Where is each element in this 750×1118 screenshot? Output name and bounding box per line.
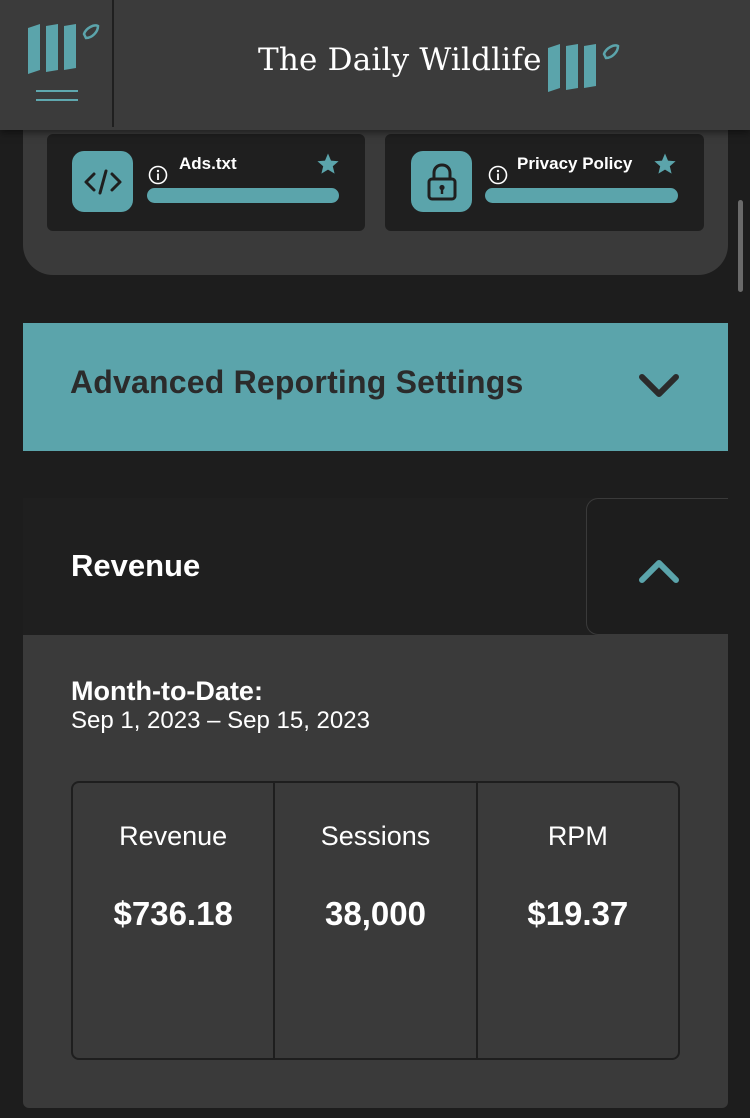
- stat-sessions: Sessions 38,000: [273, 783, 475, 1058]
- stat-label: Sessions: [320, 821, 431, 851]
- brand-logo-icon[interactable]: [26, 22, 102, 78]
- stat-value: 38,000: [325, 895, 426, 932]
- stat-value: $19.37: [527, 895, 629, 932]
- star-icon[interactable]: [653, 152, 677, 176]
- stat-label: RPM: [547, 821, 608, 851]
- page-scrollbar[interactable]: [738, 200, 743, 292]
- stat-revenue: Revenue $736.18: [73, 783, 273, 1058]
- doc-progress-bar: [147, 188, 339, 203]
- chevron-down-icon: [639, 374, 679, 397]
- info-icon[interactable]: [148, 165, 168, 185]
- revenue-title: Revenue: [71, 548, 201, 583]
- doc-card-ads-txt[interactable]: Ads.txt: [47, 134, 365, 231]
- chevron-up-icon: [639, 560, 679, 583]
- advanced-reporting-toggle[interactable]: Advanced Reporting Settings: [23, 323, 728, 451]
- lock-icon: [411, 151, 472, 212]
- advanced-reporting-title: Advanced Reporting Settings: [70, 364, 524, 400]
- hamburger-menu-icon[interactable]: [36, 90, 78, 106]
- doc-progress-bar: [485, 188, 678, 203]
- doc-label: Privacy Policy: [517, 154, 633, 173]
- doc-card-privacy-policy[interactable]: Privacy Policy: [385, 134, 704, 231]
- site-title: The Daily Wildlife: [258, 42, 542, 78]
- revenue-section-header: Revenue: [23, 498, 728, 635]
- app-header: The Daily Wildlife: [0, 0, 750, 130]
- revenue-collapse-button[interactable]: [586, 498, 728, 635]
- doc-label: Ads.txt: [179, 154, 237, 173]
- revenue-stats-table: Revenue $736.18 Sessions 38,000 RPM $19.…: [71, 781, 680, 1060]
- stat-label: Revenue: [119, 821, 228, 851]
- brand-logo-icon: [548, 44, 620, 92]
- month-to-date-label: Month-to-Date:: [71, 676, 263, 706]
- code-icon: [72, 151, 133, 212]
- stat-rpm: RPM $19.37: [475, 783, 678, 1058]
- star-icon[interactable]: [316, 152, 340, 176]
- header-divider: [112, 0, 114, 127]
- stat-value: $736.18: [113, 895, 233, 932]
- info-icon[interactable]: [488, 165, 508, 185]
- revenue-section-body: Month-to-Date: Sep 1, 2023 – Sep 15, 202…: [23, 635, 728, 1108]
- month-to-date-range: Sep 1, 2023 – Sep 15, 2023: [71, 707, 370, 734]
